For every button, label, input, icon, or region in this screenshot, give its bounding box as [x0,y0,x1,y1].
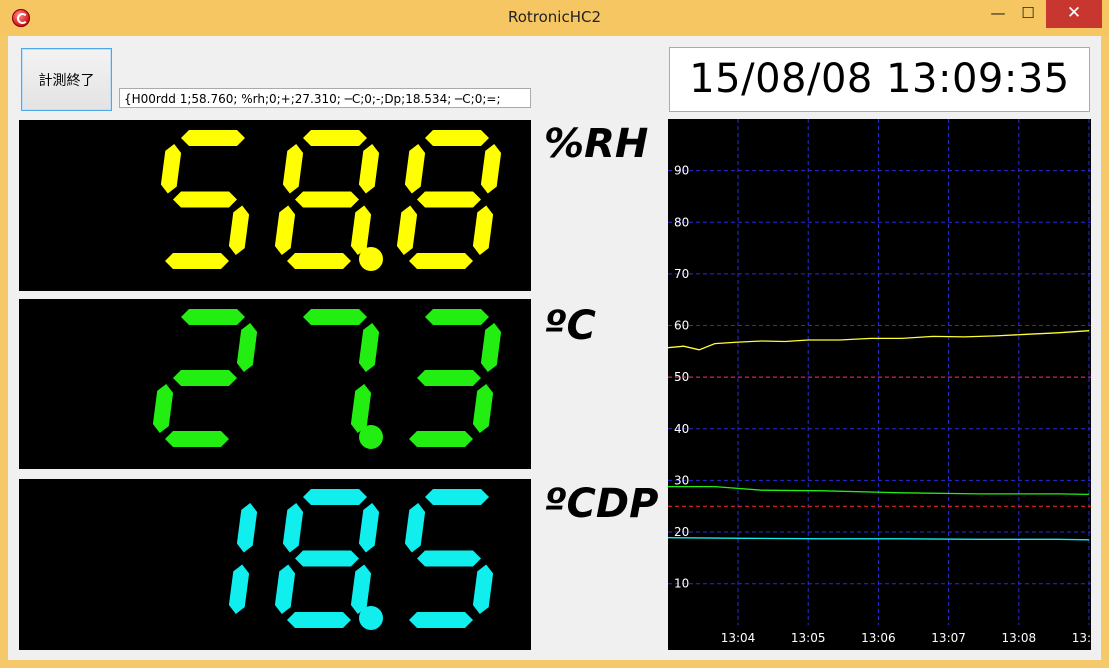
segment-g [417,191,481,208]
segment-e [274,564,296,614]
trend-chart-plot: 10203040506070809013:04 13:05 13:06 13:07 13… [668,119,1091,645]
digit-1 [274,489,380,628]
y-tick-label: 90 [674,164,689,178]
segment-c [472,564,494,614]
segment-f [404,503,426,553]
segment-a [303,309,367,325]
y-tick-label: 60 [674,319,689,333]
segment-a [425,489,489,505]
digit-1 [303,309,380,433]
segment-c [472,205,494,255]
x-tick-label: 13:09 [1072,631,1091,645]
segment-b [480,323,502,372]
segment-a [303,130,367,146]
segment-b [236,503,258,553]
dewpoint-panel [19,479,531,650]
decimal-point [359,606,383,630]
window-title: RotronicHC2 [507,8,602,26]
segment-g [295,191,359,208]
segment-e [274,205,296,255]
segment-g [173,191,237,208]
x-tick-label: 13:06 [861,631,896,645]
segment-g [417,550,481,567]
x-tick-label: 13:07 [931,631,966,645]
segment-d [409,431,473,447]
segment-b [358,503,380,553]
humidity-display [160,130,502,271]
segment-g [173,370,237,386]
maximize-button[interactable]: ☐ [1014,0,1042,28]
segment-d [287,612,351,628]
digit-0 [160,130,250,269]
humidity-unit-label: %RH [544,121,649,167]
segment-a [303,489,367,505]
decimal-point [359,425,383,449]
segment-f [160,144,182,194]
digit-1 [274,130,380,269]
segment-e [152,384,174,433]
x-tick-label: 13:08 [1002,631,1037,645]
segment-g [417,370,481,386]
digit-0 [152,309,258,447]
y-tick-label: 30 [674,473,689,487]
client-area: 計測終了 {H00rdd 1;58.760; %rh;0;+;27.310; ─… [8,36,1101,660]
segment-f [404,144,426,194]
digit-2 [409,309,502,447]
dewpoint-unit-label: ºCDP [544,481,659,527]
end-measurement-button[interactable]: 計測終了 [21,48,112,111]
segment-b [358,144,380,194]
segment-g [295,550,359,567]
digit-0 [228,503,258,614]
segment-d [165,431,229,447]
y-tick-label: 10 [674,577,689,591]
segment-a [425,309,489,325]
segment-a [181,130,245,146]
y-tick-label: 20 [674,525,689,539]
x-tick-label: 13:05 [791,631,826,645]
close-button[interactable]: ✕ [1046,0,1102,28]
y-tick-label: 40 [674,422,689,436]
y-tick-label: 70 [674,267,689,281]
raw-data-field[interactable]: {H00rdd 1;58.760; %rh;0;+;27.310; ─C;0;-… [119,88,531,108]
x-tick-label: 13:04 [721,631,756,645]
segment-c [472,384,494,433]
temperature-unit-label: ºC [544,303,596,349]
segment-b [236,323,258,372]
temperature-display [152,309,502,449]
y-tick-label: 80 [674,215,689,229]
datetime-display: 15/08/08 13:09:35 [669,47,1090,112]
title-bar: RotronicHC2 — ☐ ✕ [0,0,1109,36]
humidity-panel [19,120,531,291]
decimal-point [359,247,383,271]
digit-2 [404,489,494,628]
segment-d [165,253,229,269]
minimize-button[interactable]: — [984,0,1012,28]
segment-d [287,253,351,269]
dewpoint-display [228,489,494,630]
segment-a [425,130,489,146]
segment-f [282,503,304,553]
segment-c [228,564,250,614]
segment-a [181,309,245,325]
digit-2 [396,130,502,269]
segment-c [228,205,250,255]
segment-b [358,323,380,372]
segment-b [480,144,502,194]
segment-e [396,205,418,255]
trend-chart: 10 20 30 40 50 60 70 80 90 13:04 13:05 13:06 13:07 13… [668,119,1091,650]
temperature-panel [19,299,531,469]
segment-d [409,253,473,269]
segment-f [282,144,304,194]
segment-d [409,612,473,628]
app-window: RotronicHC2 — ☐ ✕ 計測終了 {H00rdd 1;58.760;… [0,0,1109,668]
